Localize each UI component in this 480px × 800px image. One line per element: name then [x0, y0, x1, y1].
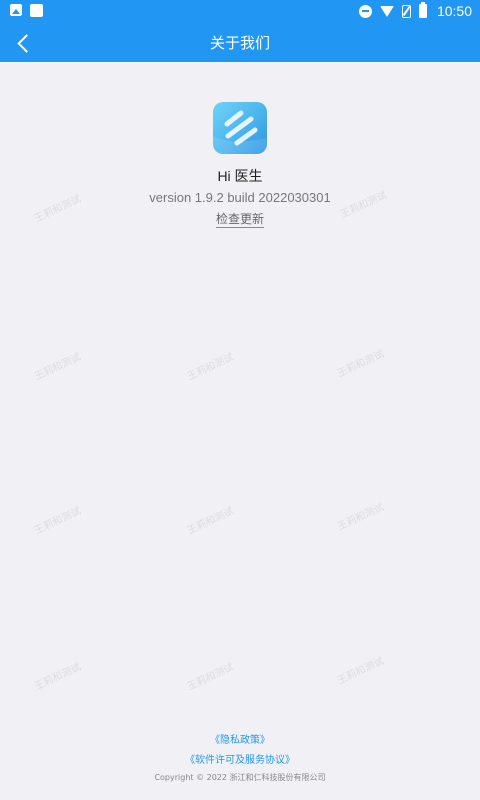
watermark: 王莉和测试: [32, 351, 83, 383]
app-version: version 1.9.2 build 2022030301: [149, 190, 331, 205]
wifi-icon: [379, 5, 394, 17]
watermark: 王莉和测试: [185, 351, 236, 383]
app-logo-icon: [213, 102, 267, 154]
watermark: 王莉和测试: [335, 348, 386, 380]
copyright-text: Copyright © 2022 浙江和仁科技股份有限公司: [154, 773, 326, 782]
status-bar-right: 10:50: [358, 2, 472, 19]
chevron-left-icon: [16, 33, 36, 53]
check-update-link[interactable]: 检查更新: [215, 212, 264, 228]
dnd-icon: [358, 4, 372, 18]
app-bar: 关于我们: [0, 24, 480, 62]
square-icon: [30, 4, 43, 17]
license-agreement-link[interactable]: 《软件许可及服务协议》: [0, 751, 480, 766]
privacy-policy-link[interactable]: 《隐私政策》: [0, 731, 480, 746]
app-name: Hi 医生: [217, 168, 263, 184]
watermark: 王莉和测试: [335, 655, 386, 687]
page-title: 关于我们: [209, 34, 270, 52]
watermark: 王莉和测试: [335, 501, 386, 533]
watermark: 王莉和测试: [32, 661, 83, 693]
status-time: 10:50: [436, 3, 472, 19]
check-update-row: 检查更新: [0, 208, 480, 228]
image-icon: [10, 4, 22, 16]
back-button[interactable]: [8, 28, 38, 58]
status-bar-left: [10, 4, 43, 17]
status-bar: 10:50: [0, 0, 480, 24]
no-sim-icon: [401, 4, 411, 18]
watermark: 王莉和测试: [32, 505, 83, 537]
watermark: 王莉和测试: [185, 661, 236, 693]
watermark: 王莉和测试: [185, 505, 236, 537]
battery-icon: [418, 2, 427, 18]
